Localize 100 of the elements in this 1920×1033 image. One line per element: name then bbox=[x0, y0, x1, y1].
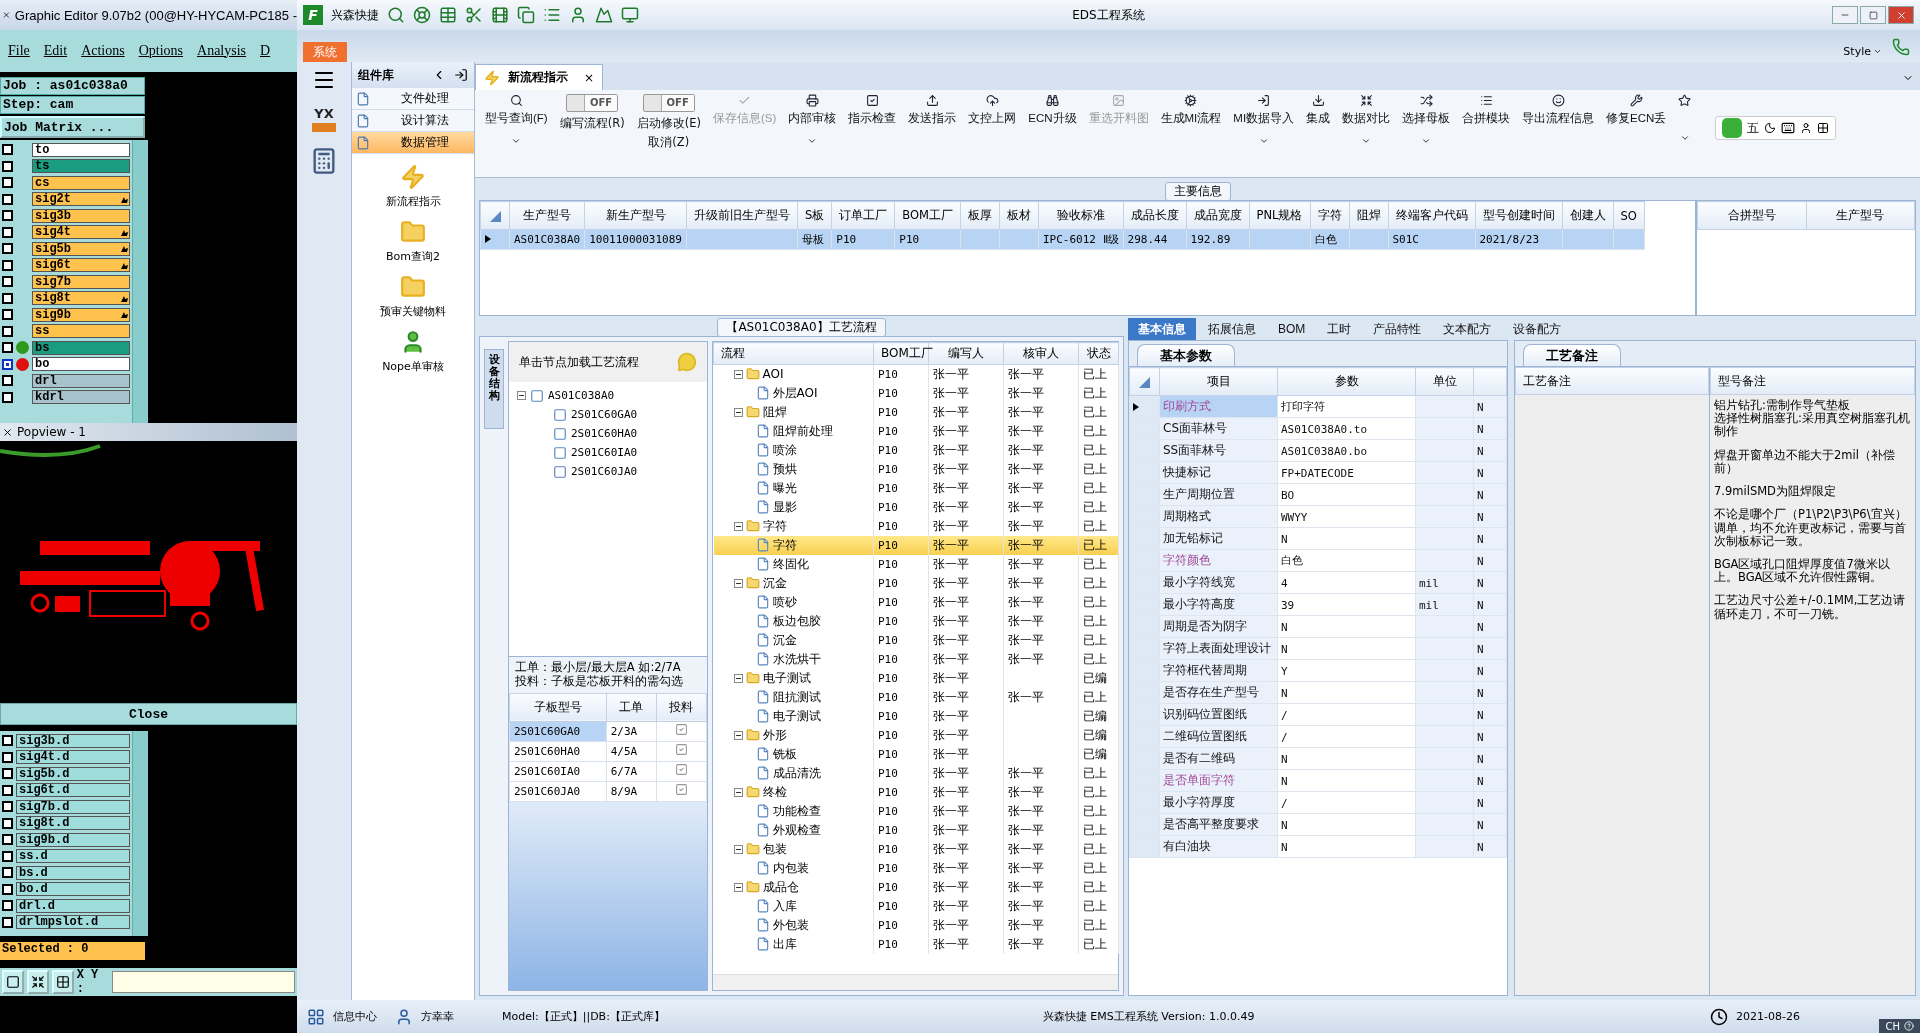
component-item[interactable]: 数据管理 bbox=[352, 132, 474, 154]
layer-checkbox[interactable] bbox=[2, 735, 13, 747]
toolbar-button[interactable]: 集成 bbox=[1300, 94, 1337, 126]
layer-checkbox[interactable] bbox=[2, 900, 13, 912]
info-center-link[interactable]: 信息中心 bbox=[333, 1009, 377, 1024]
column-header[interactable]: SO bbox=[1613, 201, 1645, 230]
layer-row[interactable]: sig4t bbox=[32, 225, 130, 240]
column-header[interactable]: 终端客户代码 bbox=[1388, 201, 1475, 230]
column-header[interactable]: 字符 bbox=[1310, 201, 1349, 230]
tab[interactable]: 工时 bbox=[1317, 318, 1362, 340]
column-header[interactable]: 成品长度 bbox=[1123, 201, 1187, 230]
layer-row[interactable]: bo.d bbox=[16, 882, 130, 897]
column-header[interactable]: 核审人 bbox=[1003, 342, 1079, 365]
column-header[interactable]: 升级前旧生产型号 bbox=[686, 201, 798, 230]
help-icon[interactable] bbox=[1904, 1021, 1914, 1031]
layer-row[interactable]: kdrl bbox=[32, 390, 130, 405]
column-header[interactable]: 投料 bbox=[656, 693, 707, 722]
ime-toolbar[interactable]: 五 bbox=[1715, 116, 1836, 140]
layer-row[interactable]: drl.d bbox=[16, 898, 130, 913]
tool-item[interactable]: 预审关键物料 bbox=[352, 274, 474, 319]
column-header[interactable]: PNL规格 bbox=[1249, 201, 1310, 230]
layer-checkbox[interactable] bbox=[2, 916, 13, 928]
checkbox[interactable] bbox=[674, 723, 688, 737]
layer-checkbox[interactable] bbox=[2, 801, 13, 813]
toggle-switch[interactable]: OFF bbox=[642, 94, 695, 112]
xy-input-field[interactable] bbox=[112, 971, 295, 993]
menu-item[interactable]: Analysis bbox=[197, 43, 247, 59]
column-header[interactable]: 单位 bbox=[1415, 367, 1474, 396]
table-row[interactable]: 2S01C60JA0 8/9A bbox=[509, 781, 707, 802]
layer-checkbox[interactable] bbox=[2, 325, 13, 337]
style-menu[interactable]: Style bbox=[1843, 45, 1871, 58]
layer-row[interactable]: sig9b.d bbox=[16, 832, 130, 847]
column-header[interactable]: 阻焊 bbox=[1349, 201, 1388, 230]
column-header[interactable]: 工单 bbox=[606, 693, 657, 722]
user-icon[interactable] bbox=[1800, 122, 1812, 134]
sub-tab[interactable]: 基本参数 bbox=[1137, 344, 1235, 366]
layer-row[interactable]: ss bbox=[32, 324, 130, 339]
column-header[interactable]: 流程 bbox=[713, 342, 874, 365]
layer-row[interactable]: sig3b bbox=[32, 208, 130, 223]
ime-mode[interactable]: 五 bbox=[1747, 119, 1759, 137]
column-header[interactable]: 验收标准 bbox=[1038, 201, 1124, 230]
layer-row[interactable]: sig5b.d bbox=[16, 766, 130, 781]
layer-checkbox[interactable] bbox=[2, 391, 13, 403]
column-header[interactable]: 子板型号 bbox=[509, 693, 607, 722]
collapse-icon[interactable] bbox=[733, 407, 743, 417]
layer-checkbox[interactable] bbox=[2, 259, 13, 271]
film-icon[interactable] bbox=[491, 6, 509, 24]
layer-row[interactable]: sig8t.d bbox=[16, 816, 130, 831]
layer-checkbox[interactable] bbox=[2, 784, 13, 796]
layer-row[interactable]: sig3b.d bbox=[16, 733, 130, 748]
layer-row[interactable]: sig7b bbox=[32, 274, 130, 289]
menu-item[interactable]: Edit bbox=[43, 43, 68, 59]
grid-icon[interactable] bbox=[1817, 122, 1829, 134]
column-header[interactable]: 参数 bbox=[1277, 367, 1416, 396]
layer-checkbox[interactable] bbox=[2, 817, 13, 829]
toolbar-button[interactable]: 合拼模块 bbox=[1456, 94, 1517, 126]
menu-item[interactable]: Options bbox=[138, 43, 184, 59]
language-bar[interactable]: CH bbox=[1879, 1019, 1920, 1033]
layer-row[interactable]: sig5b bbox=[32, 241, 130, 256]
column-header[interactable]: S板 bbox=[797, 201, 832, 230]
layer-checkbox[interactable] bbox=[2, 309, 13, 321]
collapse-icon[interactable] bbox=[733, 882, 743, 892]
layer-checkbox[interactable] bbox=[2, 867, 13, 879]
collapse-icon[interactable] bbox=[733, 730, 743, 740]
checkbox[interactable] bbox=[674, 763, 688, 777]
layer-checkbox[interactable] bbox=[2, 375, 13, 387]
component-item[interactable]: 设计算法 bbox=[352, 110, 474, 132]
toolbar-button[interactable]: 数据对比 bbox=[1336, 94, 1397, 146]
layer-checkbox[interactable] bbox=[2, 210, 13, 222]
column-header[interactable]: 生产型号 bbox=[1806, 201, 1915, 230]
column-header[interactable]: 订单工厂 bbox=[831, 201, 895, 230]
row-selector[interactable] bbox=[1129, 395, 1160, 418]
toolbar-button[interactable]: 内部审核 bbox=[782, 94, 843, 146]
checkbox[interactable] bbox=[674, 783, 688, 797]
layer-row[interactable]: bo bbox=[32, 357, 130, 372]
sub-tab[interactable]: 工艺备注 bbox=[1523, 344, 1621, 366]
checkbox[interactable] bbox=[674, 743, 688, 757]
layer-checkbox[interactable] bbox=[2, 342, 13, 354]
scrollbar[interactable] bbox=[132, 731, 148, 936]
layer-row[interactable]: to bbox=[32, 142, 130, 157]
column-header[interactable]: 成品宽度 bbox=[1186, 201, 1250, 230]
tab-close-button[interactable]: × bbox=[584, 70, 595, 85]
toolbar-button[interactable]: 修复ECN丢 bbox=[1600, 94, 1673, 126]
tab[interactable]: 产品特性 bbox=[1363, 318, 1432, 340]
column-header[interactable]: 合拼型号 bbox=[1697, 201, 1806, 230]
tool-item[interactable]: Nope单审核 bbox=[352, 329, 474, 374]
tree-node[interactable]: 2S01C60HA0 bbox=[571, 427, 638, 440]
toolbar-button[interactable]: 选择母板 bbox=[1396, 94, 1457, 146]
tab[interactable]: 拓展信息 bbox=[1198, 318, 1266, 340]
layer-row[interactable]: sig4t.d bbox=[16, 750, 130, 765]
layer-row[interactable]: drlmpslot.d bbox=[16, 915, 130, 930]
column-header[interactable]: BOM工厂 bbox=[894, 201, 961, 230]
close-button[interactable]: Close bbox=[0, 703, 297, 725]
collapse-icon[interactable] bbox=[733, 673, 743, 683]
layer-row[interactable]: bs bbox=[32, 340, 130, 355]
column-header[interactable]: 新生产型号 bbox=[584, 201, 687, 230]
layer-row[interactable]: ss.d bbox=[16, 849, 130, 864]
layer-checkbox[interactable] bbox=[2, 144, 13, 156]
zoom-button[interactable] bbox=[2, 970, 24, 994]
keyboard-icon[interactable] bbox=[1781, 121, 1795, 135]
